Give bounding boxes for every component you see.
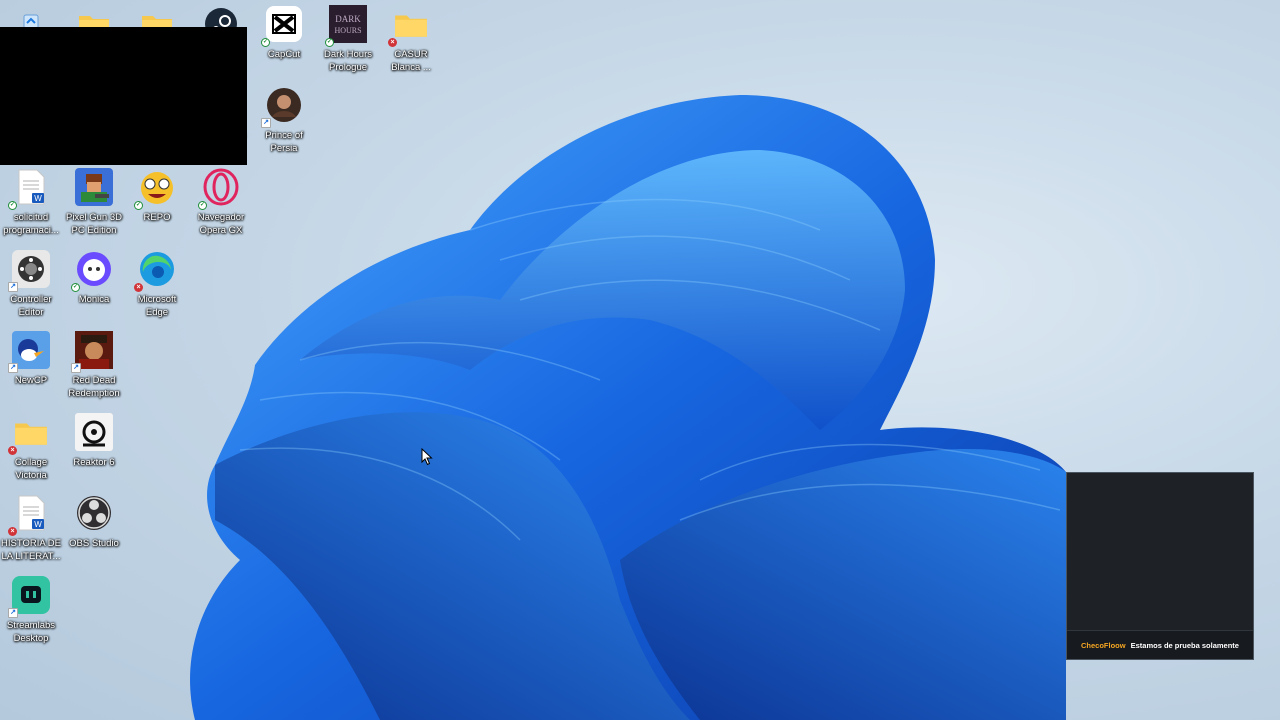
sync-error-icon: × bbox=[134, 283, 143, 292]
desktop-icon-label: Microsoft Edge bbox=[137, 294, 177, 318]
pixel-gun-icon bbox=[75, 168, 113, 206]
desktop-icon-label: Pixel Gun 3D PC Edition bbox=[66, 212, 122, 236]
sync-error-icon: × bbox=[8, 527, 17, 536]
folder-icon: × bbox=[388, 5, 430, 47]
desktop-icon-label: Navegador Opera GX bbox=[197, 212, 245, 236]
shortcut-arrow-icon: ↗ bbox=[71, 363, 81, 373]
word-document-icon: W ✓ bbox=[8, 168, 50, 210]
desktop-icon-obs[interactable]: OBS Studio bbox=[63, 494, 125, 550]
word-document-icon: W × bbox=[8, 494, 50, 536]
dark-hours-icon: DARK HOURS ✓ bbox=[325, 5, 367, 47]
desktop-icon-monica[interactable]: ✓ Monica bbox=[63, 250, 125, 306]
desktop-icon-label: Red Dead Redemption bbox=[68, 375, 120, 399]
shortcut-arrow-icon: ↗ bbox=[8, 363, 18, 373]
edge-icon: × bbox=[134, 250, 176, 292]
desktop-icon-red-dead[interactable]: ↗ Red Dead Redemption bbox=[63, 331, 125, 400]
monica-icon: ✓ bbox=[71, 250, 113, 292]
red-dead-icon: ↗ bbox=[71, 331, 113, 373]
desktop-icon-label: Monica bbox=[78, 294, 110, 305]
mouse-cursor-icon bbox=[421, 448, 433, 466]
desktop-icon-solicitud[interactable]: W ✓ solicitud programaci... bbox=[0, 168, 62, 237]
desktop-icon-label: Controller Editor bbox=[10, 294, 52, 318]
desktop-icon-label: solicitud programaci... bbox=[3, 212, 59, 236]
sync-error-icon: × bbox=[388, 38, 397, 47]
sync-ok-icon: ✓ bbox=[71, 283, 80, 292]
shortcut-arrow-icon: ↗ bbox=[8, 608, 18, 618]
desktop-icon-pixel-gun[interactable]: Pixel Gun 3D PC Edition bbox=[63, 168, 125, 237]
desktop-icon-label: Prince of Persia bbox=[265, 130, 303, 154]
reaktor-icon bbox=[75, 413, 113, 451]
obs-icon bbox=[75, 494, 113, 532]
chat-username: ChecoFloow bbox=[1081, 640, 1126, 650]
desktop-icon-label: OBS Studio bbox=[69, 538, 119, 549]
sync-ok-icon: ✓ bbox=[8, 201, 17, 210]
stream-chat-overlay: ChecoFloow Estamos de prueba solamente bbox=[1066, 472, 1254, 660]
desktop-icon-streamlabs[interactable]: ↗ Streamlabs Desktop bbox=[0, 576, 62, 645]
desktop-icon-historia[interactable]: W × HISTORIA DE LA LITERAT... bbox=[0, 494, 62, 563]
chat-message-bar: ChecoFloow Estamos de prueba solamente bbox=[1067, 630, 1253, 659]
svg-text:HOURS: HOURS bbox=[334, 26, 361, 35]
sync-error-icon: × bbox=[8, 446, 17, 455]
desktop-icon-repo[interactable]: ✓ REPO bbox=[126, 168, 188, 224]
desktop-icon-newcp[interactable]: ↗ NewCP bbox=[0, 331, 62, 387]
desktop-icon-label: REPO bbox=[143, 212, 171, 223]
shortcut-arrow-icon: ↗ bbox=[8, 282, 18, 292]
svg-text:W: W bbox=[34, 520, 42, 529]
desktop-icon-dark-hours[interactable]: DARK HOURS ✓ Dark Hours Prologue bbox=[317, 5, 379, 74]
desktop-icon-label: Dark Hours Prologue bbox=[323, 49, 373, 73]
capcut-icon: ✓ bbox=[261, 5, 303, 47]
desktop-icon-prince-of-persia[interactable]: ↗ Prince of Persia bbox=[253, 86, 315, 155]
desktop-icon-label: Reaktor 6 bbox=[73, 457, 115, 468]
desktop-icon-label: CapCut bbox=[267, 49, 301, 60]
sync-ok-icon: ✓ bbox=[134, 201, 143, 210]
desktop-icon-label: HISTORIA DE LA LITERAT... bbox=[0, 538, 61, 562]
sync-ok-icon: ✓ bbox=[325, 38, 334, 47]
black-overlay-window bbox=[0, 27, 247, 165]
desktop-icon-edge[interactable]: × Microsoft Edge bbox=[126, 250, 188, 319]
folder-icon: × bbox=[8, 413, 50, 455]
svg-text:DARK: DARK bbox=[335, 14, 361, 24]
desktop-icon-opera-gx[interactable]: ✓ Navegador Opera GX bbox=[190, 168, 252, 237]
controller-editor-icon: ↗ bbox=[8, 250, 50, 292]
chat-message: Estamos de prueba solamente bbox=[1130, 640, 1239, 650]
prince-of-persia-icon: ↗ bbox=[261, 86, 303, 128]
opera-gx-icon: ✓ bbox=[198, 168, 240, 210]
newcp-icon: ↗ bbox=[8, 331, 50, 373]
streamlabs-icon: ↗ bbox=[8, 576, 50, 618]
desktop-icon-label: Streamlabs Desktop bbox=[6, 620, 56, 644]
desktop-icon-label: NewCP bbox=[14, 375, 48, 386]
desktop-icon-capcut[interactable]: ✓ CapCut bbox=[253, 5, 315, 61]
desktop-icon-label: Collage Victoria bbox=[14, 457, 48, 481]
desktop-icon-controller-editor[interactable]: ↗ Controller Editor bbox=[0, 250, 62, 319]
desktop-icon-label: CASUR Blanca ... bbox=[391, 49, 431, 73]
sync-ok-icon: ✓ bbox=[198, 201, 207, 210]
desktop-icon-reaktor[interactable]: Reaktor 6 bbox=[63, 413, 125, 469]
shortcut-arrow-icon: ↗ bbox=[261, 118, 271, 128]
desktop-icon-collage[interactable]: × Collage Victoria bbox=[0, 413, 62, 482]
repo-game-icon: ✓ bbox=[134, 168, 176, 210]
desktop-icon-casur[interactable]: × CASUR Blanca ... bbox=[380, 5, 442, 74]
sync-ok-icon: ✓ bbox=[261, 38, 270, 47]
svg-text:W: W bbox=[34, 194, 42, 203]
